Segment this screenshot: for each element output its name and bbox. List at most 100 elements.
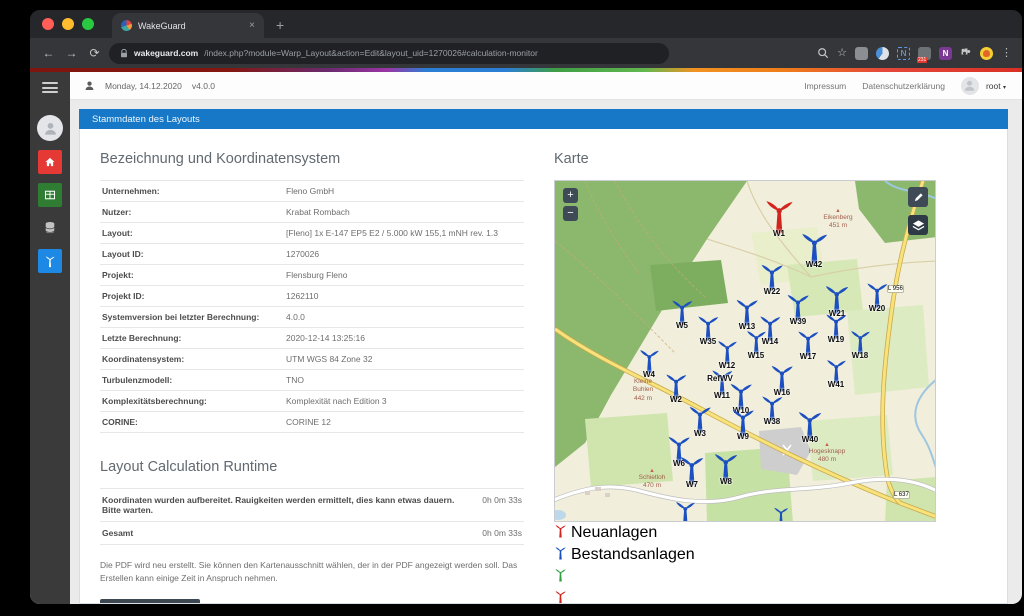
- chrome-menu-icon[interactable]: ⋮: [1001, 47, 1012, 60]
- extension-pie-icon[interactable]: [876, 46, 889, 60]
- peak-label: ▲ Schietloh 470 m: [638, 468, 666, 490]
- card-body: Bezeichnung und Koordinatensystem Untern…: [79, 129, 1008, 604]
- peak-label: ▲ Hogesknapp 480 m: [808, 442, 846, 464]
- extension-badge-count: 231: [917, 56, 928, 63]
- browser-titlebar: WakeGuard × +: [30, 10, 1022, 38]
- turbine-marker[interactable]: [673, 497, 698, 521]
- layout-card: Stammdaten des Layouts Bezeichnung und K…: [79, 109, 1008, 604]
- layers-icon: [912, 219, 924, 230]
- header-version: v4.0.0: [191, 80, 216, 91]
- sidebar-item-home[interactable]: [38, 150, 62, 174]
- legend-item: [554, 566, 985, 588]
- reload-icon[interactable]: ⟳: [86, 46, 103, 60]
- detail-row: Projekt ID: 1262110: [100, 285, 524, 306]
- peak-icon: ▲: [835, 208, 841, 214]
- map[interactable]: W1 W42 W22 W21 W20 W5 W13 W39 W35 W14 W19 W15 W17 W18…: [554, 180, 936, 522]
- wind-turbine-icon: [45, 256, 55, 268]
- minimize-window-button[interactable]: [62, 18, 74, 30]
- turbine-label: W3: [694, 429, 706, 439]
- details-table: Unternehmen: Fleno GmbH Nutzer: Krabat R…: [100, 180, 524, 433]
- user-icon: [965, 80, 975, 91]
- sidebar-item-tables[interactable]: [38, 183, 62, 207]
- details-column: Bezeichnung und Koordinatensystem Untern…: [100, 145, 524, 603]
- sidebar-item-windfarm[interactable]: [38, 249, 62, 273]
- home-icon: [45, 157, 55, 167]
- turbine-label: W5: [676, 321, 688, 331]
- new-tab-button[interactable]: +: [276, 18, 284, 32]
- extension-n-dashed-icon[interactable]: N: [897, 46, 910, 60]
- turbine-label: W15: [747, 350, 765, 360]
- runtime-row: Koordinaten wurden aufbereitet. Rauigkei…: [100, 488, 524, 521]
- peak-label: ▲ Eikenberg 451 m: [823, 208, 853, 230]
- card-title: Stammdaten des Layouts: [79, 109, 1008, 129]
- detail-row: CORINE: CORINE 12: [100, 411, 524, 432]
- legend-item: [554, 588, 985, 603]
- profile-avatar-icon[interactable]: [980, 46, 993, 60]
- runtime-table: Koordinaten wurden aufbereitet. Rauigkei…: [100, 488, 524, 545]
- browser-urlbar: ← → ⟳ wakeguard.com /index.php?module=Wa…: [30, 38, 1022, 68]
- back-icon[interactable]: ←: [40, 46, 57, 60]
- road-badge: L 956: [887, 285, 904, 293]
- turbine-label: W7: [686, 480, 698, 490]
- url-path: /index.php?module=Warp_Layout&action=Edi…: [204, 48, 538, 58]
- header-right: Impressum Datenschutzerklärung root ▾: [804, 76, 1006, 95]
- window-controls: [30, 18, 102, 38]
- tab-close-icon[interactable]: ×: [249, 20, 255, 31]
- url-domain: wakeguard.com: [134, 48, 199, 58]
- detail-row: Turbulenzmodell: TNO: [100, 369, 524, 390]
- user-menu[interactable]: root ▾: [986, 81, 1006, 91]
- extension-badged-icon[interactable]: 231: [917, 46, 931, 63]
- legend-item: Neuanlagen: [554, 522, 985, 544]
- map-edit-button[interactable]: [908, 187, 928, 207]
- menu-hamburger-icon[interactable]: [42, 82, 58, 93]
- close-window-button[interactable]: [42, 18, 54, 30]
- extensions-puzzle-icon[interactable]: [960, 47, 972, 59]
- legend-turbine-icon: [554, 522, 567, 544]
- turbine-label: W42: [805, 259, 823, 269]
- map-zoom-out-button[interactable]: −: [563, 206, 578, 221]
- map-zoom-in-button[interactable]: +: [563, 188, 578, 203]
- legend-turbine-icon: [554, 566, 567, 588]
- detail-row: Letzte Berechnung: 2020-12-14 13:25:16: [100, 327, 524, 348]
- runtime-section: Layout Calculation Runtime Koordinaten w…: [100, 459, 524, 545]
- turbine-label: W19: [827, 335, 845, 345]
- detail-row: Projekt: Flensburg Fleno: [100, 264, 524, 285]
- create-pdf-button[interactable]: Ergebnis PDF erstellen: [100, 599, 201, 603]
- turbine-marker[interactable]: [772, 504, 790, 521]
- map-column: Karte W1 W42 W22 W21 W20 W5 W13 W39 W35 …: [554, 145, 985, 603]
- turbine-label: W22: [763, 287, 781, 297]
- app-header: Monday, 14.12.2020 v4.0.0 Impressum Date…: [70, 72, 1022, 100]
- extension-squares-icon[interactable]: [855, 46, 868, 60]
- detail-row: Unternehmen: Fleno GmbH: [100, 180, 524, 201]
- turbine-label: W9: [737, 432, 749, 442]
- turbine-label: W18: [851, 350, 869, 360]
- link-datenschutz[interactable]: Datenschutzerklärung: [862, 81, 945, 91]
- details-heading: Bezeichnung und Koordinatensystem: [100, 151, 341, 167]
- sidebar-avatar[interactable]: [37, 115, 63, 141]
- turbine-label: W20: [868, 304, 886, 314]
- search-zoom-icon[interactable]: [817, 47, 829, 59]
- avatar[interactable]: [960, 76, 979, 95]
- forward-icon[interactable]: →: [63, 46, 80, 60]
- legend-turbine-icon: [554, 544, 567, 566]
- map-legend: NeuanlagenBestandsanlagenReferenzwindver…: [554, 522, 985, 603]
- browser-window: WakeGuard × + ← → ⟳ wakeguard.com /index…: [30, 10, 1022, 604]
- tab-favicon-icon: [121, 20, 132, 31]
- runtime-heading: Layout Calculation Runtime: [100, 459, 278, 475]
- sidebar: [30, 72, 70, 604]
- detail-row: Layout ID: 1270026: [100, 243, 524, 264]
- detail-row: Nutzer: Krabat Rombach: [100, 201, 524, 222]
- extension-onenote-icon[interactable]: N: [939, 46, 952, 60]
- chevron-down-icon: ▾: [1002, 84, 1006, 91]
- turbine-label: W39: [789, 317, 807, 327]
- sidebar-item-database[interactable]: [38, 216, 62, 240]
- browser-tab[interactable]: WakeGuard ×: [112, 13, 264, 38]
- refwv-label: RefWV: [707, 374, 733, 383]
- bookmark-star-icon[interactable]: ☆: [837, 47, 847, 60]
- map-layers-button[interactable]: [908, 215, 928, 235]
- zoom-window-button[interactable]: [82, 18, 94, 30]
- link-impressum[interactable]: Impressum: [804, 81, 846, 91]
- turbine-label: W17: [799, 352, 817, 362]
- app-main: Monday, 14.12.2020 v4.0.0 Impressum Date…: [70, 72, 1022, 604]
- address-bar[interactable]: wakeguard.com /index.php?module=Warp_Lay…: [109, 42, 669, 64]
